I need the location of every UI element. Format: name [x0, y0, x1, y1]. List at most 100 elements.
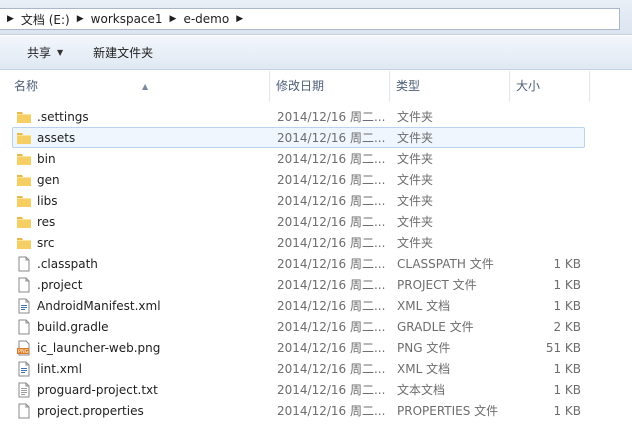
folder-icon	[16, 151, 32, 167]
file-size: 1 KB	[553, 403, 581, 418]
file-name: proguard-project.txt	[37, 382, 158, 397]
file-type: 文件夹	[397, 131, 434, 145]
file-size: 1 KB	[553, 277, 581, 292]
file-type: CLASSPATH 文件	[397, 257, 494, 271]
folder-icon	[16, 193, 32, 209]
breadcrumb[interactable]: ▶ 文档 (E:) ▶ workspace1 ▶ e-demo ▶	[0, 8, 620, 30]
file-row[interactable]: .settings 2014/12/16 周二... 文件夹	[12, 106, 585, 127]
file-type: 文件夹	[397, 236, 434, 250]
file-type: PROJECT 文件	[397, 278, 477, 292]
sort-up-icon: ▲	[142, 82, 149, 91]
file-row[interactable]: AndroidManifest.xml 2014/12/16 周二... XML 文…	[12, 295, 585, 316]
file-type: 文件夹	[397, 152, 434, 166]
file-size: 1 KB	[553, 298, 581, 313]
file-icon	[16, 319, 32, 335]
file-name: assets	[37, 130, 76, 145]
column-header: 名称 ▲ 修改日期 类型 大小	[0, 71, 632, 102]
file-row[interactable]: project.properties 2014/12/16 周二... PROPER…	[12, 400, 585, 421]
new-folder-button[interactable]: 新建文件夹	[85, 41, 161, 64]
file-modified-date: 2014/12/16 周二...	[277, 173, 386, 187]
breadcrumb-arrow-icon[interactable]: ▶	[231, 14, 248, 24]
share-label: 共享	[27, 46, 52, 60]
file-name: libs	[37, 193, 58, 208]
file-type: XML 文档	[397, 299, 451, 313]
folder-icon	[16, 130, 32, 146]
text-file-icon	[16, 382, 32, 398]
file-icon	[16, 256, 32, 272]
file-size: 1 KB	[553, 361, 581, 376]
folder-icon	[16, 235, 32, 251]
toolbar: 共享 ▼ 新建文件夹	[0, 36, 632, 70]
file-modified-date: 2014/12/16 周二...	[277, 110, 386, 124]
breadcrumb-arrow-icon[interactable]: ▶	[72, 14, 89, 24]
file-row[interactable]: assets 2014/12/16 周二... 文件夹	[12, 127, 585, 148]
file-modified-date: 2014/12/16 周二...	[277, 131, 386, 145]
file-icon	[16, 277, 32, 293]
breadcrumb-item-drive[interactable]: 文档 (E:)	[19, 11, 72, 28]
file-type: 文件夹	[397, 194, 434, 208]
file-type: 文本文档	[397, 383, 446, 397]
file-modified-date: 2014/12/16 周二...	[277, 194, 386, 208]
folder-icon	[16, 214, 32, 230]
column-header-type[interactable]: 类型	[390, 71, 510, 102]
file-modified-date: 2014/12/16 周二...	[277, 362, 386, 376]
file-modified-date: 2014/12/16 周二...	[277, 215, 386, 229]
file-name: AndroidManifest.xml	[37, 298, 161, 313]
folder-icon	[16, 109, 32, 125]
file-icon	[16, 403, 32, 419]
column-header-date[interactable]: 修改日期	[270, 71, 390, 102]
xml-file-icon	[16, 361, 32, 377]
breadcrumb-item-project[interactable]: e-demo	[181, 12, 231, 26]
column-header-date-label: 修改日期	[276, 79, 325, 93]
file-type: PROPERTIES 文件	[397, 404, 499, 418]
file-type: PNG 文件	[397, 341, 451, 355]
file-modified-date: 2014/12/16 周二...	[277, 257, 386, 271]
file-modified-date: 2014/12/16 周二...	[277, 320, 386, 334]
file-row[interactable]: gen 2014/12/16 周二... 文件夹	[12, 169, 585, 190]
file-row[interactable]: lint.xml 2014/12/16 周二... XML 文档 1 KB	[12, 358, 585, 379]
file-name: .classpath	[37, 256, 98, 271]
breadcrumb-arrow-icon[interactable]: ▶	[2, 14, 19, 24]
file-name: res	[37, 214, 56, 229]
address-bar: ▶ 文档 (E:) ▶ workspace1 ▶ e-demo ▶	[0, 0, 632, 35]
breadcrumb-item-workspace[interactable]: workspace1	[89, 12, 165, 26]
file-type: 文件夹	[397, 215, 434, 229]
file-size: 1 KB	[553, 256, 581, 271]
file-row[interactable]: build.gradle 2014/12/16 周二... GRADLE 文件 2 K…	[12, 316, 585, 337]
file-name: build.gradle	[37, 319, 109, 334]
xml-file-icon	[16, 298, 32, 314]
file-type: 文件夹	[397, 173, 434, 187]
column-header-type-label: 类型	[396, 79, 421, 93]
file-row[interactable]: bin 2014/12/16 周二... 文件夹	[12, 148, 585, 169]
file-name: project.properties	[37, 403, 144, 418]
breadcrumb-arrow-icon[interactable]: ▶	[165, 14, 182, 24]
file-type: GRADLE 文件	[397, 320, 474, 334]
column-header-size[interactable]: 大小	[510, 71, 590, 102]
file-modified-date: 2014/12/16 周二...	[277, 341, 386, 355]
folder-icon	[16, 172, 32, 188]
file-modified-date: 2014/12/16 周二...	[277, 404, 386, 418]
file-size: 1 KB	[553, 382, 581, 397]
file-row[interactable]: PNG ic_launcher-web.png 2014/12/16 周二... PN…	[12, 337, 585, 358]
file-name: src	[37, 235, 55, 250]
column-header-name-label: 名称	[14, 79, 39, 93]
file-modified-date: 2014/12/16 周二...	[277, 236, 386, 250]
file-name: ic_launcher-web.png	[37, 340, 161, 355]
file-modified-date: 2014/12/16 周二...	[277, 383, 386, 397]
file-type: XML 文档	[397, 362, 451, 376]
file-row[interactable]: .classpath 2014/12/16 周二... CLASSPATH 文件 1 …	[12, 253, 585, 274]
file-row[interactable]: libs 2014/12/16 周二... 文件夹	[12, 190, 585, 211]
file-modified-date: 2014/12/16 周二...	[277, 299, 386, 313]
share-button[interactable]: 共享 ▼	[19, 41, 71, 64]
chevron-down-icon: ▼	[57, 48, 64, 57]
file-name: .settings	[37, 109, 89, 124]
file-name: bin	[37, 151, 56, 166]
column-header-name[interactable]: 名称 ▲	[8, 71, 270, 102]
file-name: lint.xml	[37, 361, 82, 376]
file-row[interactable]: proguard-project.txt 2014/12/16 周二... 文本文档…	[12, 379, 585, 400]
file-row[interactable]: src 2014/12/16 周二... 文件夹	[12, 232, 585, 253]
file-row[interactable]: res 2014/12/16 周二... 文件夹	[12, 211, 585, 232]
file-row[interactable]: .project 2014/12/16 周二... PROJECT 文件 1 KB	[12, 274, 585, 295]
file-modified-date: 2014/12/16 周二...	[277, 152, 386, 166]
file-name: .project	[37, 277, 83, 292]
